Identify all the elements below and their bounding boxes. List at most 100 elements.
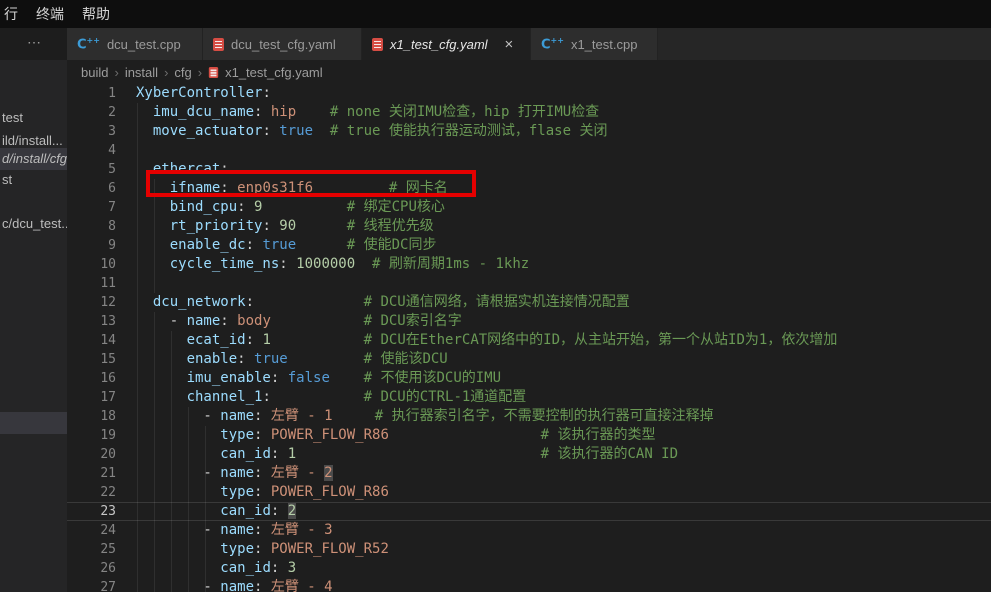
code-line[interactable]: 12 dcu_network: # DCU通信网络，请根据实机连接情况配置	[67, 293, 991, 312]
tab-x1-test-cfg-yaml[interactable]: x1_test_cfg.yaml ×	[362, 28, 531, 60]
code-line[interactable]: 20 can_id: 1 # 该执行器的CAN ID	[67, 445, 991, 464]
code-line[interactable]: 16 imu_enable: false # 不使用该DCU的IMU	[67, 369, 991, 388]
sidebar-item[interactable]: st	[0, 170, 67, 190]
code-line[interactable]: 19 type: POWER_FLOW_R86 # 该执行器的类型	[67, 426, 991, 445]
line-number: 12	[67, 293, 116, 312]
code-text: can_id: 2	[136, 502, 296, 521]
code-line[interactable]: 23 can_id: 2	[67, 502, 991, 521]
cpp-file-icon: C++	[541, 36, 564, 52]
line-number: 8	[67, 217, 116, 236]
code-line[interactable]: 10 cycle_time_ns: 1000000 # 刷新周期1ms - 1k…	[67, 255, 991, 274]
code-text: - name: body # DCU索引名字	[136, 312, 462, 331]
line-number: 3	[67, 122, 116, 141]
line-number: 9	[67, 236, 116, 255]
chevron-right-icon: ›	[164, 65, 168, 80]
code-editor[interactable]: 1XyberController:2 imu_dcu_name: hip # n…	[67, 84, 991, 592]
line-number: 14	[67, 331, 116, 350]
line-number: 27	[67, 578, 116, 592]
code-line[interactable]: 25 type: POWER_FLOW_R52	[67, 540, 991, 559]
code-line[interactable]: 7 bind_cpu: 9 # 绑定CPU核心	[67, 198, 991, 217]
tab-label: dcu_test.cpp	[107, 37, 181, 52]
code-line[interactable]: 9 enable_dc: true # 使能DC同步	[67, 236, 991, 255]
code-text: imu_enable: false # 不使用该DCU的IMU	[136, 369, 501, 388]
code-line[interactable]: 8 rt_priority: 90 # 线程优先级	[67, 217, 991, 236]
code-text: enable: true # 使能该DCU	[136, 350, 448, 369]
annotation-rectangle	[146, 170, 476, 197]
line-number: 25	[67, 540, 116, 559]
tab-dcu-test-cpp[interactable]: C++ dcu_test.cpp	[67, 28, 203, 60]
sidebar-item-selected[interactable]: d/install/cfg	[0, 148, 67, 170]
code-line[interactable]: 17 channel_1: # DCU的CTRL-1通道配置	[67, 388, 991, 407]
code-line[interactable]: 13 - name: body # DCU索引名字	[67, 312, 991, 331]
breadcrumb-item-install[interactable]: install	[125, 65, 158, 80]
code-line[interactable]: 24 - name: 左臂 - 3	[67, 521, 991, 540]
line-number: 10	[67, 255, 116, 274]
line-number: 21	[67, 464, 116, 483]
line-number: 19	[67, 426, 116, 445]
line-number: 2	[67, 103, 116, 122]
code-text: - name: 左臂 - 1 # 执行器索引名字，不需要控制的执行器可直接注释掉	[136, 407, 714, 426]
code-text: dcu_network: # DCU通信网络，请根据实机连接情况配置	[136, 293, 630, 312]
code-line[interactable]: 27 - name: 左臂 - 4	[67, 578, 991, 592]
code-line[interactable]: 21 - name: 左臂 - 2	[67, 464, 991, 483]
tabbar-corner: ⋯	[0, 28, 67, 60]
code-text: XyberController:	[136, 84, 271, 103]
code-line[interactable]: 14 ecat_id: 1 # DCU在EtherCAT网络中的ID，从主站开始…	[67, 331, 991, 350]
code-line[interactable]: 1 XyberController:	[67, 84, 991, 103]
tab-label: x1_test_cfg.yaml	[390, 37, 488, 52]
code-line[interactable]: 15 enable: true # 使能该DCU	[67, 350, 991, 369]
menu-item-terminal[interactable]: 终端	[27, 4, 73, 24]
breadcrumb-item-build[interactable]: build	[81, 65, 108, 80]
chevron-right-icon: ›	[198, 65, 202, 80]
line-number: 5	[67, 160, 116, 179]
code-text: imu_dcu_name: hip # none 关闭IMU检查，hip 打开I…	[136, 103, 599, 122]
breadcrumb-item-file[interactable]: x1_test_cfg.yaml	[225, 65, 323, 80]
tab-x1-test-cpp[interactable]: C++ x1_test.cpp	[531, 28, 658, 60]
line-number: 17	[67, 388, 116, 407]
line-number: 15	[67, 350, 116, 369]
code-text: type: POWER_FLOW_R52	[136, 540, 389, 559]
code-line[interactable]: 18 - name: 左臂 - 1 # 执行器索引名字，不需要控制的执行器可直接…	[67, 407, 991, 426]
yaml-file-icon	[372, 38, 383, 51]
yaml-file-icon	[213, 38, 224, 51]
line-number: 18	[67, 407, 116, 426]
chevron-right-icon: ›	[114, 65, 118, 80]
code-text: enable_dc: true # 使能DC同步	[136, 236, 436, 255]
code-text: move_actuator: true # true 使能执行器运动测试，fla…	[136, 122, 607, 141]
menu-item-help[interactable]: 帮助	[73, 4, 119, 24]
line-number: 24	[67, 521, 116, 540]
code-text: can_id: 3	[136, 559, 296, 578]
line-number: 26	[67, 559, 116, 578]
code-text: rt_priority: 90 # 线程优先级	[136, 217, 434, 236]
sidebar-item[interactable]: c/dcu_test...	[0, 214, 67, 234]
line-number: 23	[67, 502, 116, 521]
breadcrumb-item-cfg[interactable]: cfg	[174, 65, 191, 80]
cpp-file-icon: C++	[77, 36, 100, 52]
tab-bar: C++ dcu_test.cpp dcu_test_cfg.yaml x1_te…	[67, 28, 991, 60]
more-actions-icon[interactable]: ⋯	[27, 34, 42, 51]
breadcrumb: build › install › cfg › x1_test_cfg.yaml	[67, 60, 991, 84]
sidebar-item-highlighted[interactable]	[0, 412, 67, 434]
line-number: 16	[67, 369, 116, 388]
line-number: 22	[67, 483, 116, 502]
code-line[interactable]: 2 imu_dcu_name: hip # none 关闭IMU检查，hip 打…	[67, 103, 991, 122]
code-text: bind_cpu: 9 # 绑定CPU核心	[136, 198, 445, 217]
code-text: can_id: 1 # 该执行器的CAN ID	[136, 445, 678, 464]
line-number: 13	[67, 312, 116, 331]
code-text: ecat_id: 1 # DCU在EtherCAT网络中的ID，从主站开始，第一…	[136, 331, 837, 350]
tab-dcu-test-cfg-yaml[interactable]: dcu_test_cfg.yaml	[203, 28, 362, 60]
code-line[interactable]: 11	[67, 274, 991, 293]
line-number: 1	[67, 84, 116, 103]
code-line[interactable]: 3 move_actuator: true # true 使能执行器运动测试，f…	[67, 122, 991, 141]
code-text: cycle_time_ns: 1000000 # 刷新周期1ms - 1khz	[136, 255, 529, 274]
menu-item-run[interactable]: 行	[0, 4, 27, 24]
sidebar-item[interactable]: test	[0, 108, 67, 128]
code-line[interactable]: 22 type: POWER_FLOW_R86	[67, 483, 991, 502]
line-number: 4	[67, 141, 116, 160]
code-line[interactable]: 26 can_id: 3	[67, 559, 991, 578]
line-number: 6	[67, 179, 116, 198]
line-number: 11	[67, 274, 116, 293]
code-line[interactable]: 4	[67, 141, 991, 160]
code-text: - name: 左臂 - 2	[136, 464, 333, 483]
close-icon[interactable]: ×	[505, 37, 514, 52]
